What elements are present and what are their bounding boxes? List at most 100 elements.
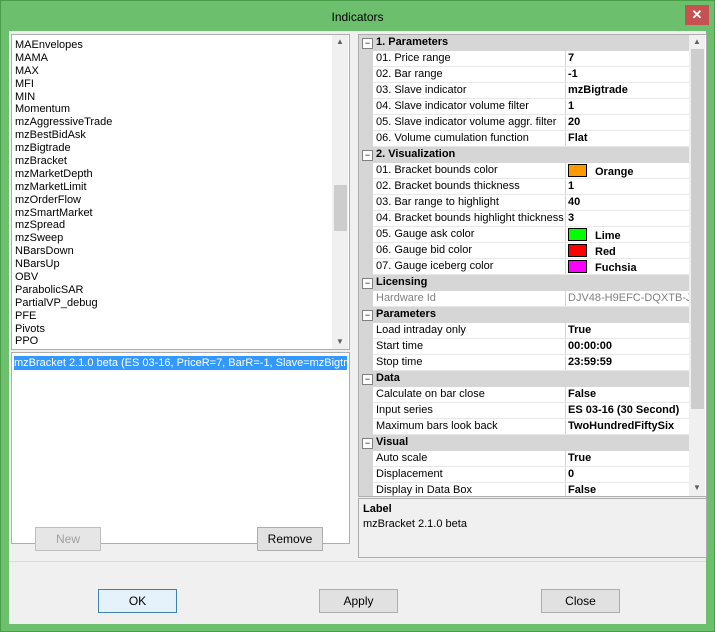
property-value[interactable]: 1 <box>568 100 689 112</box>
property-value[interactable]: Orange <box>568 164 689 178</box>
column-divider[interactable] <box>565 179 566 195</box>
property-value[interactable]: 00:00:00 <box>568 340 689 352</box>
indicator-list-item[interactable]: PFE <box>15 310 325 323</box>
prop-bracket-highlight-thickness[interactable]: 04. Bracket bounds highlight thickness 3 <box>359 211 689 227</box>
column-divider[interactable] <box>565 211 566 227</box>
indicator-list-item[interactable]: MFI <box>15 78 325 91</box>
prop-stop-time[interactable]: Stop time 23:59:59 <box>359 355 689 371</box>
property-value[interactable]: mzBigtrade <box>568 84 689 96</box>
property-value[interactable]: Flat <box>568 132 689 144</box>
category-visualization[interactable]: −2. Visualization <box>359 147 689 163</box>
new-button[interactable]: New <box>35 527 101 551</box>
column-divider[interactable] <box>565 195 566 211</box>
collapse-icon[interactable]: − <box>362 374 373 385</box>
prop-display-in-data-box[interactable]: Display in Data Box False <box>359 483 689 496</box>
prop-slave-indicator[interactable]: 03. Slave indicator mzBigtrade <box>359 83 689 99</box>
indicator-list-item[interactable]: MAX <box>15 65 325 78</box>
property-value[interactable]: 40 <box>568 196 689 208</box>
indicator-list-scrollbar[interactable]: ▲ ▼ <box>332 35 348 349</box>
indicator-list-item[interactable]: MIN <box>15 91 325 104</box>
column-divider[interactable] <box>565 451 566 467</box>
column-divider[interactable] <box>565 83 566 99</box>
property-value[interactable]: -1 <box>568 68 689 80</box>
column-divider[interactable] <box>565 387 566 403</box>
indicator-list-item[interactable]: MAEnvelopes <box>15 39 325 52</box>
column-divider[interactable] <box>565 227 566 243</box>
applied-indicator-item[interactable]: mzBracket 2.1.0 beta (ES 03-16, PriceR=7… <box>14 356 347 370</box>
indicator-list-item[interactable]: mzAggressiveTrade <box>15 116 325 129</box>
indicator-list-item[interactable]: OBV <box>15 271 325 284</box>
indicator-list-item[interactable]: mzSweep <box>15 232 325 245</box>
column-divider[interactable] <box>565 355 566 371</box>
indicator-list-item[interactable]: mzBigtrade <box>15 142 325 155</box>
prop-bar-range[interactable]: 02. Bar range -1 <box>359 67 689 83</box>
close-window-button[interactable]: ✕ <box>685 5 709 25</box>
prop-slave-volume-aggr-filter[interactable]: 05. Slave indicator volume aggr. filter 2… <box>359 115 689 131</box>
column-divider[interactable] <box>565 115 566 131</box>
close-button[interactable]: Close <box>541 589 620 613</box>
ok-button[interactable]: OK <box>98 589 177 613</box>
property-value[interactable]: 23:59:59 <box>568 356 689 368</box>
indicator-list-item[interactable]: mzMarketDepth <box>15 168 325 181</box>
property-value[interactable]: False <box>568 388 689 400</box>
prop-displacement[interactable]: Displacement 0 <box>359 467 689 483</box>
collapse-icon[interactable]: − <box>362 278 373 289</box>
category-parameters[interactable]: −1. Parameters <box>359 35 689 51</box>
prop-gauge-ask-color[interactable]: 05. Gauge ask color Lime <box>359 227 689 243</box>
remove-button[interactable]: Remove <box>257 527 323 551</box>
column-divider[interactable] <box>565 291 566 307</box>
grid-scrollbar-thumb[interactable] <box>691 49 704 409</box>
prop-price-range[interactable]: 01. Price range 7 <box>359 51 689 67</box>
property-value[interactable]: True <box>568 324 689 336</box>
column-divider[interactable] <box>565 67 566 83</box>
column-divider[interactable] <box>565 467 566 483</box>
prop-gauge-iceberg-color[interactable]: 07. Gauge iceberg color Fuchsia <box>359 259 689 275</box>
prop-input-series[interactable]: Input series ES 03-16 (30 Second) <box>359 403 689 419</box>
column-divider[interactable] <box>565 323 566 339</box>
indicator-list-item[interactable]: ParabolicSAR <box>15 284 325 297</box>
collapse-icon[interactable]: − <box>362 438 373 449</box>
collapse-icon[interactable]: − <box>362 310 373 321</box>
column-divider[interactable] <box>565 163 566 179</box>
property-value[interactable]: TwoHundredFiftySix <box>568 420 689 432</box>
prop-maximum-bars-look-back[interactable]: Maximum bars look back TwoHundredFiftySix <box>359 419 689 435</box>
indicator-list-item[interactable]: mzSpread <box>15 219 325 232</box>
indicator-list-item[interactable]: NBarsUp <box>15 258 325 271</box>
scroll-up-arrow-icon[interactable]: ▲ <box>332 35 348 49</box>
indicator-list-item[interactable]: PartialVP_debug <box>15 297 325 310</box>
column-divider[interactable] <box>565 51 566 67</box>
indicator-list-item[interactable]: mzOrderFlow <box>15 194 325 207</box>
indicator-list-item[interactable]: mzBestBidAsk <box>15 129 325 142</box>
prop-slave-volume-filter[interactable]: 04. Slave indicator volume filter 1 <box>359 99 689 115</box>
property-grid-scrollbar[interactable]: ▲ ▼ <box>689 35 705 496</box>
indicator-list-item[interactable]: mzSmartMarket <box>15 207 325 220</box>
indicator-list-item[interactable]: mzMarketLimit <box>15 181 325 194</box>
prop-start-time[interactable]: Start time 00:00:00 <box>359 339 689 355</box>
property-value[interactable]: ES 03-16 (30 Second) <box>568 404 689 416</box>
indicator-list-item[interactable]: mzBracket <box>15 155 325 168</box>
grid-scroll-up-arrow-icon[interactable]: ▲ <box>689 35 705 49</box>
property-value[interactable]: 1 <box>568 180 689 192</box>
indicator-list-item[interactable]: PPO <box>15 335 325 348</box>
indicator-list-item[interactable]: Momentum <box>15 103 325 116</box>
prop-bracket-bounds-thickness[interactable]: 02. Bracket bounds thickness 1 <box>359 179 689 195</box>
indicator-list-item[interactable]: MAMA <box>15 52 325 65</box>
grid-scroll-down-arrow-icon[interactable]: ▼ <box>689 481 705 495</box>
prop-hardware-id[interactable]: Hardware Id DJV48-H9EFC-DQXTB-JT <box>359 291 689 307</box>
property-value[interactable]: 7 <box>568 52 689 64</box>
title-bar[interactable]: Indicators ✕ <box>1 1 714 31</box>
prop-calculate-on-bar-close[interactable]: Calculate on bar close False <box>359 387 689 403</box>
prop-gauge-bid-color[interactable]: 06. Gauge bid color Red <box>359 243 689 259</box>
applied-indicators-list[interactable]: mzBracket 2.1.0 beta (ES 03-16, PriceR=7… <box>11 352 350 544</box>
column-divider[interactable] <box>565 419 566 435</box>
indicator-list-item[interactable]: NBarsDown <box>15 245 325 258</box>
property-value[interactable]: False <box>568 484 689 496</box>
column-divider[interactable] <box>565 259 566 275</box>
property-value[interactable]: 0 <box>568 468 689 480</box>
property-value[interactable]: Red <box>568 244 689 258</box>
prop-volume-cumulation[interactable]: 06. Volume cumulation function Flat <box>359 131 689 147</box>
collapse-icon[interactable]: − <box>362 150 373 161</box>
column-divider[interactable] <box>565 403 566 419</box>
column-divider[interactable] <box>565 131 566 147</box>
prop-bracket-bounds-color[interactable]: 01. Bracket bounds color Orange <box>359 163 689 179</box>
